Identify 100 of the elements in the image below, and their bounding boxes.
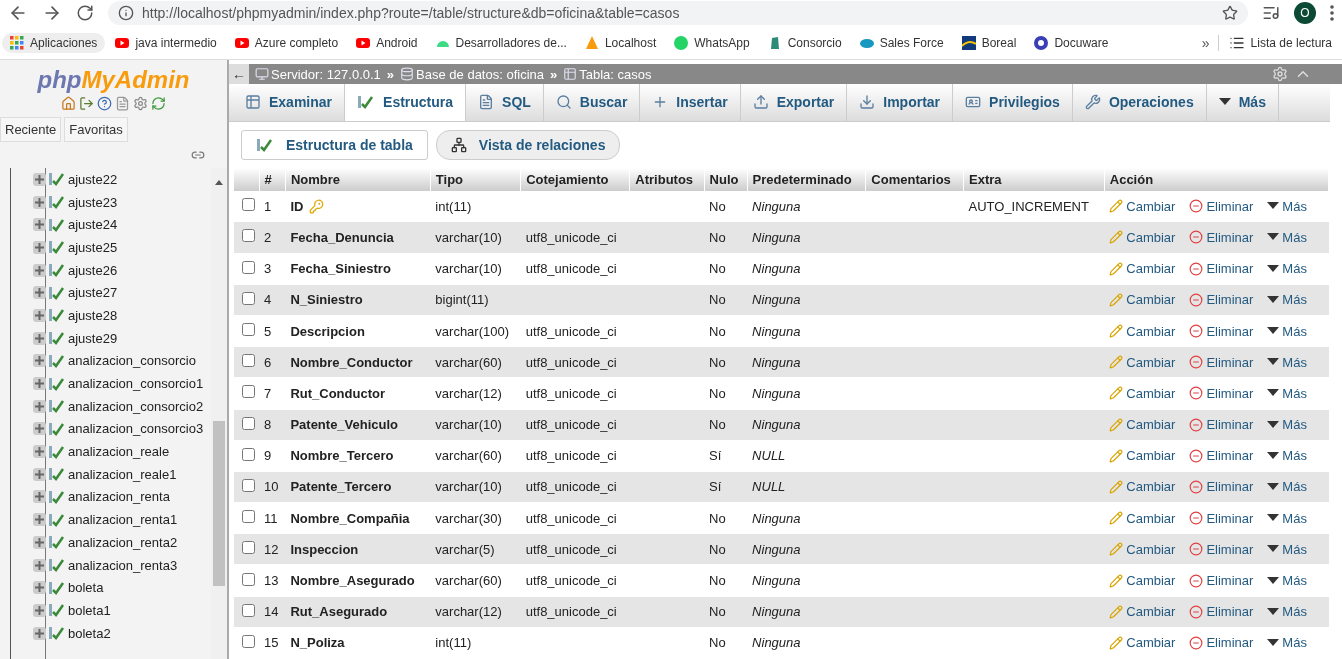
bookmark-link[interactable]: Consorcio (759, 32, 850, 53)
table-tree-item[interactable]: ajuste25 (33, 236, 211, 259)
expand-icon[interactable] (33, 490, 46, 504)
row-checkbox[interactable] (242, 541, 255, 555)
row-checkbox[interactable] (242, 447, 255, 461)
more-bookmarks-button[interactable]: » (1193, 34, 1219, 51)
more-link[interactable]: Más (1267, 229, 1307, 245)
bookmark-link[interactable]: Android (348, 32, 426, 53)
table-tree-item[interactable]: analizacion_consorcio (33, 349, 211, 373)
bookmark-link[interactable]: java intermedio (107, 32, 225, 53)
delete-link[interactable]: Eliminar (1189, 479, 1254, 495)
more-link[interactable]: Más (1267, 635, 1307, 651)
change-link[interactable]: Cambiar (1109, 198, 1176, 214)
nav-tab[interactable]: Estructura (345, 84, 467, 121)
bookmark-link[interactable]: WhatsApp (666, 32, 758, 53)
exit-icon[interactable] (79, 96, 94, 111)
expand-icon[interactable] (33, 240, 46, 254)
change-link[interactable]: Cambiar (1109, 417, 1176, 433)
more-link[interactable]: Más (1267, 604, 1307, 620)
expand-icon[interactable] (33, 603, 46, 617)
sidebar-tab[interactable]: Favoritas (64, 117, 128, 142)
delete-link[interactable]: Eliminar (1189, 354, 1254, 370)
change-link[interactable]: Cambiar (1109, 635, 1176, 651)
change-link[interactable]: Cambiar (1109, 292, 1176, 308)
change-link[interactable]: Cambiar (1109, 448, 1176, 464)
nav-tab[interactable]: Privilegios (953, 84, 1073, 121)
collapse-sidebar-button[interactable]: ← (229, 64, 249, 84)
bookmark-link[interactable]: Boreal (953, 32, 1025, 53)
delete-link[interactable]: Eliminar (1189, 448, 1254, 464)
expand-icon[interactable] (33, 286, 46, 300)
sub-tab[interactable]: Vista de relaciones (435, 129, 621, 160)
change-link[interactable]: Cambiar (1109, 261, 1176, 277)
change-link[interactable]: Cambiar (1109, 604, 1176, 620)
row-checkbox[interactable] (242, 478, 255, 492)
more-link[interactable]: Más (1267, 261, 1307, 277)
bookmark-link[interactable]: Docuware (1026, 32, 1117, 53)
table-tree-item[interactable]: boleta2 (33, 621, 211, 645)
table-tree-item[interactable]: analizacion_reale1 (33, 462, 211, 486)
delete-link[interactable]: Eliminar (1189, 541, 1254, 557)
expand-icon[interactable] (33, 422, 46, 436)
delete-link[interactable]: Eliminar (1189, 573, 1254, 589)
expand-icon[interactable] (33, 263, 46, 277)
expand-icon[interactable] (33, 445, 46, 459)
bookmark-link[interactable]: Localhost (576, 32, 665, 53)
table-tree-item[interactable]: boleta1 (33, 599, 211, 622)
table-tree-item[interactable]: analizacion_renta (33, 485, 211, 509)
delete-link[interactable]: Eliminar (1189, 261, 1254, 277)
expand-icon[interactable] (33, 331, 46, 345)
change-link[interactable]: Cambiar (1109, 479, 1176, 495)
change-link[interactable]: Cambiar (1109, 385, 1176, 401)
settings-icon[interactable] (133, 96, 148, 111)
delete-link[interactable]: Eliminar (1189, 510, 1254, 526)
row-checkbox[interactable] (242, 354, 255, 368)
reload-button[interactable] (76, 4, 94, 22)
home-icon[interactable] (61, 96, 76, 111)
table-tree-item[interactable]: ajuste22 (33, 168, 211, 191)
nav-tab[interactable]: SQL (466, 84, 544, 121)
delete-link[interactable]: Eliminar (1189, 417, 1254, 433)
more-link[interactable]: Más (1267, 448, 1307, 464)
profile-avatar[interactable]: O (1294, 2, 1316, 24)
row-checkbox[interactable] (242, 510, 255, 524)
sidebar-tab[interactable]: Reciente (0, 117, 62, 142)
expand-icon[interactable] (33, 558, 46, 572)
delete-link[interactable]: Eliminar (1189, 229, 1254, 245)
change-link[interactable]: Cambiar (1109, 354, 1176, 370)
delete-link[interactable]: Eliminar (1189, 198, 1254, 214)
more-link[interactable]: Más (1267, 417, 1307, 433)
expand-icon[interactable] (33, 535, 46, 549)
expand-icon[interactable] (33, 218, 46, 232)
link-icon[interactable] (191, 148, 205, 162)
row-checkbox[interactable] (242, 291, 255, 305)
media-button[interactable] (1262, 4, 1280, 22)
more-link[interactable]: Más (1267, 541, 1307, 557)
delete-link[interactable]: Eliminar (1189, 292, 1254, 308)
change-link[interactable]: Cambiar (1109, 323, 1176, 339)
table-tree-item[interactable]: analizacion_consorcio2 (33, 394, 211, 418)
breadcrumb-link[interactable]: Servidor: 127.0.0.1 (255, 66, 381, 82)
row-checkbox[interactable] (242, 416, 255, 430)
bookmark-link[interactable]: Azure completo (226, 32, 347, 53)
nav-tab[interactable]: Operaciones (1072, 84, 1207, 121)
breadcrumb-link[interactable]: Tabla: casos (563, 66, 652, 82)
menu-button[interactable] (1330, 5, 1334, 21)
expand-icon[interactable] (33, 513, 46, 527)
address-bar[interactable]: http://localhost/phpmyadmin/index.php?route=/table/structure&db=oficina&table=casos (108, 1, 1248, 25)
change-link[interactable]: Cambiar (1109, 541, 1176, 557)
delete-link[interactable]: Eliminar (1189, 385, 1254, 401)
expand-icon[interactable] (33, 467, 46, 481)
more-link[interactable]: Más (1267, 198, 1307, 214)
row-checkbox[interactable] (242, 260, 255, 274)
change-link[interactable]: Cambiar (1109, 573, 1176, 589)
reload-icon[interactable] (151, 96, 166, 111)
table-tree-item[interactable]: analizacion_consorcio3 (33, 417, 211, 441)
table-tree-item[interactable]: ajuste26 (33, 258, 211, 282)
table-tree-item[interactable]: analizacion_renta1 (33, 508, 211, 531)
expand-icon[interactable] (33, 377, 46, 391)
bookmark-link[interactable]: Aplicaciones (2, 32, 106, 53)
nav-tab[interactable]: Buscar (543, 84, 641, 121)
expand-icon[interactable] (33, 172, 46, 186)
more-link[interactable]: Más (1267, 573, 1307, 589)
table-tree-item[interactable]: ajuste23 (33, 190, 211, 214)
